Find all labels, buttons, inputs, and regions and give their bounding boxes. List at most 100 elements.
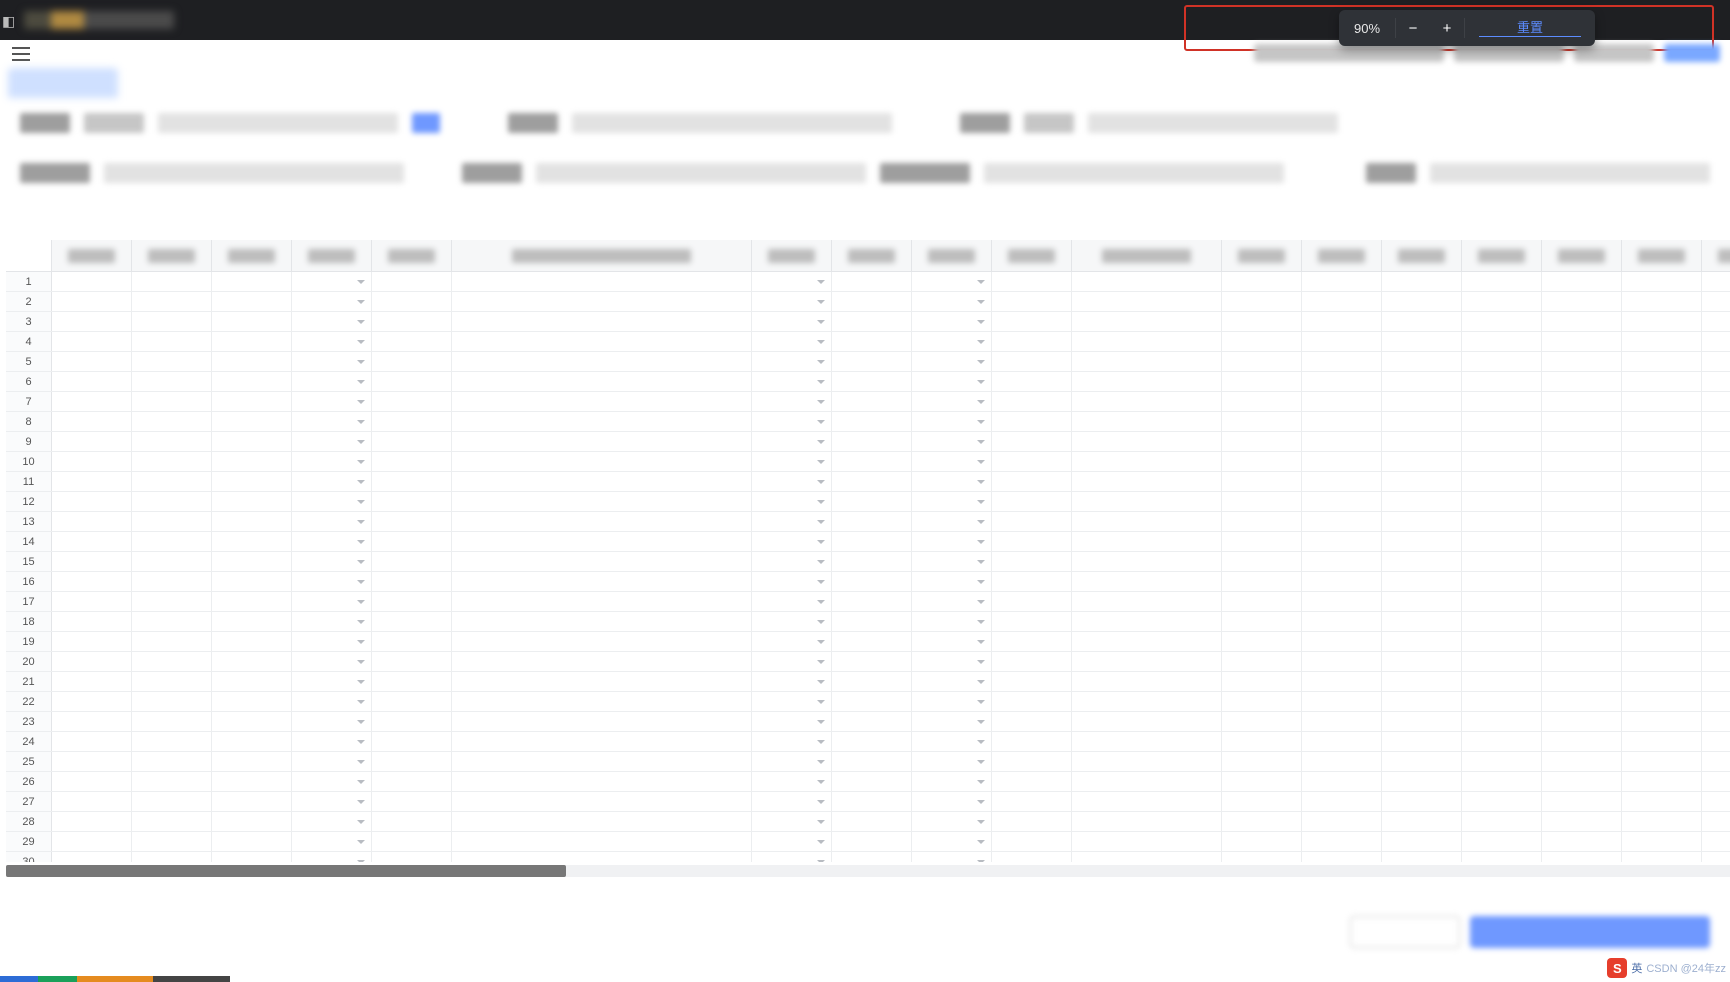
cell[interactable]: [1222, 312, 1302, 331]
cell[interactable]: [1542, 432, 1622, 451]
cell[interactable]: [1382, 472, 1462, 491]
cell[interactable]: [1382, 632, 1462, 651]
cell[interactable]: [132, 332, 212, 351]
cell[interactable]: [832, 412, 912, 431]
cell-dropdown[interactable]: [292, 312, 372, 331]
cell[interactable]: [132, 532, 212, 551]
cell[interactable]: [452, 472, 752, 491]
cell[interactable]: [1622, 472, 1702, 491]
cell[interactable]: [372, 712, 452, 731]
cell[interactable]: [1072, 612, 1222, 631]
cell[interactable]: [372, 492, 452, 511]
cell[interactable]: [452, 652, 752, 671]
cell-dropdown[interactable]: [292, 372, 372, 391]
cell-dropdown[interactable]: [292, 692, 372, 711]
cell[interactable]: [1302, 492, 1382, 511]
cell[interactable]: [1702, 792, 1730, 811]
cell-dropdown[interactable]: [292, 632, 372, 651]
cell[interactable]: [52, 712, 132, 731]
table-row[interactable]: 14: [6, 532, 1730, 552]
cell[interactable]: [832, 452, 912, 471]
cell[interactable]: [372, 632, 452, 651]
cell[interactable]: [992, 812, 1072, 831]
toolbar-primary-button-redacted[interactable]: [1664, 44, 1720, 62]
toolbar-item-redacted[interactable]: [1574, 44, 1654, 62]
column-header-redacted[interactable]: [212, 240, 292, 271]
cell[interactable]: [1302, 312, 1382, 331]
cell[interactable]: [1222, 692, 1302, 711]
cell[interactable]: [1222, 592, 1302, 611]
input-redacted[interactable]: [1430, 163, 1710, 183]
menu-hamburger-icon[interactable]: [12, 47, 30, 61]
cell[interactable]: [1222, 612, 1302, 631]
table-row[interactable]: 24: [6, 732, 1730, 752]
table-row[interactable]: 11: [6, 472, 1730, 492]
cell[interactable]: [1462, 792, 1542, 811]
cell[interactable]: [1072, 652, 1222, 671]
cell[interactable]: [1222, 772, 1302, 791]
cell[interactable]: [832, 292, 912, 311]
cell[interactable]: [452, 492, 752, 511]
cell-dropdown[interactable]: [912, 692, 992, 711]
table-row[interactable]: 17: [6, 592, 1730, 612]
cell[interactable]: [452, 732, 752, 751]
cell-dropdown[interactable]: [912, 312, 992, 331]
cell[interactable]: [212, 372, 292, 391]
cell[interactable]: [52, 632, 132, 651]
column-header-redacted[interactable]: [1382, 240, 1462, 271]
cell-dropdown[interactable]: [912, 812, 992, 831]
cell-dropdown[interactable]: [752, 672, 832, 691]
cell[interactable]: [372, 692, 452, 711]
cell-dropdown[interactable]: [912, 572, 992, 591]
table-row[interactable]: 28: [6, 812, 1730, 832]
cell-dropdown[interactable]: [292, 332, 372, 351]
cell-dropdown[interactable]: [912, 552, 992, 571]
cell[interactable]: [52, 792, 132, 811]
cell[interactable]: [1072, 512, 1222, 531]
cell[interactable]: [832, 712, 912, 731]
cell[interactable]: [992, 592, 1072, 611]
cell[interactable]: [1702, 272, 1730, 291]
cell[interactable]: [1302, 632, 1382, 651]
cell[interactable]: [992, 792, 1072, 811]
cell[interactable]: [212, 352, 292, 371]
cell-dropdown[interactable]: [912, 632, 992, 651]
cell[interactable]: [372, 652, 452, 671]
cell[interactable]: [992, 712, 1072, 731]
cell[interactable]: [1462, 712, 1542, 731]
cell[interactable]: [832, 772, 912, 791]
cell[interactable]: [1302, 852, 1382, 862]
cell[interactable]: [132, 272, 212, 291]
toolbar-item-redacted[interactable]: [1254, 44, 1444, 62]
cell[interactable]: [832, 732, 912, 751]
cell-dropdown[interactable]: [292, 832, 372, 851]
cell[interactable]: [1302, 832, 1382, 851]
input-redacted[interactable]: [984, 163, 1284, 183]
table-row[interactable]: 30: [6, 852, 1730, 862]
cell[interactable]: [1072, 812, 1222, 831]
cell[interactable]: [1622, 712, 1702, 731]
cell[interactable]: [1462, 812, 1542, 831]
cell[interactable]: [832, 352, 912, 371]
cell[interactable]: [452, 312, 752, 331]
table-row[interactable]: 12: [6, 492, 1730, 512]
cell-dropdown[interactable]: [752, 372, 832, 391]
cell[interactable]: [52, 552, 132, 571]
cell[interactable]: [52, 532, 132, 551]
cell[interactable]: [992, 672, 1072, 691]
cell[interactable]: [992, 772, 1072, 791]
cell[interactable]: [1222, 372, 1302, 391]
cell[interactable]: [1382, 832, 1462, 851]
cell[interactable]: [1462, 292, 1542, 311]
cell[interactable]: [372, 732, 452, 751]
cell[interactable]: [452, 832, 752, 851]
cell[interactable]: [1542, 752, 1622, 771]
cell[interactable]: [1622, 512, 1702, 531]
cell[interactable]: [52, 492, 132, 511]
table-row[interactable]: 7: [6, 392, 1730, 412]
cell[interactable]: [452, 632, 752, 651]
cell[interactable]: [1302, 752, 1382, 771]
cell[interactable]: [1302, 792, 1382, 811]
cell-dropdown[interactable]: [292, 452, 372, 471]
cell-dropdown[interactable]: [912, 512, 992, 531]
